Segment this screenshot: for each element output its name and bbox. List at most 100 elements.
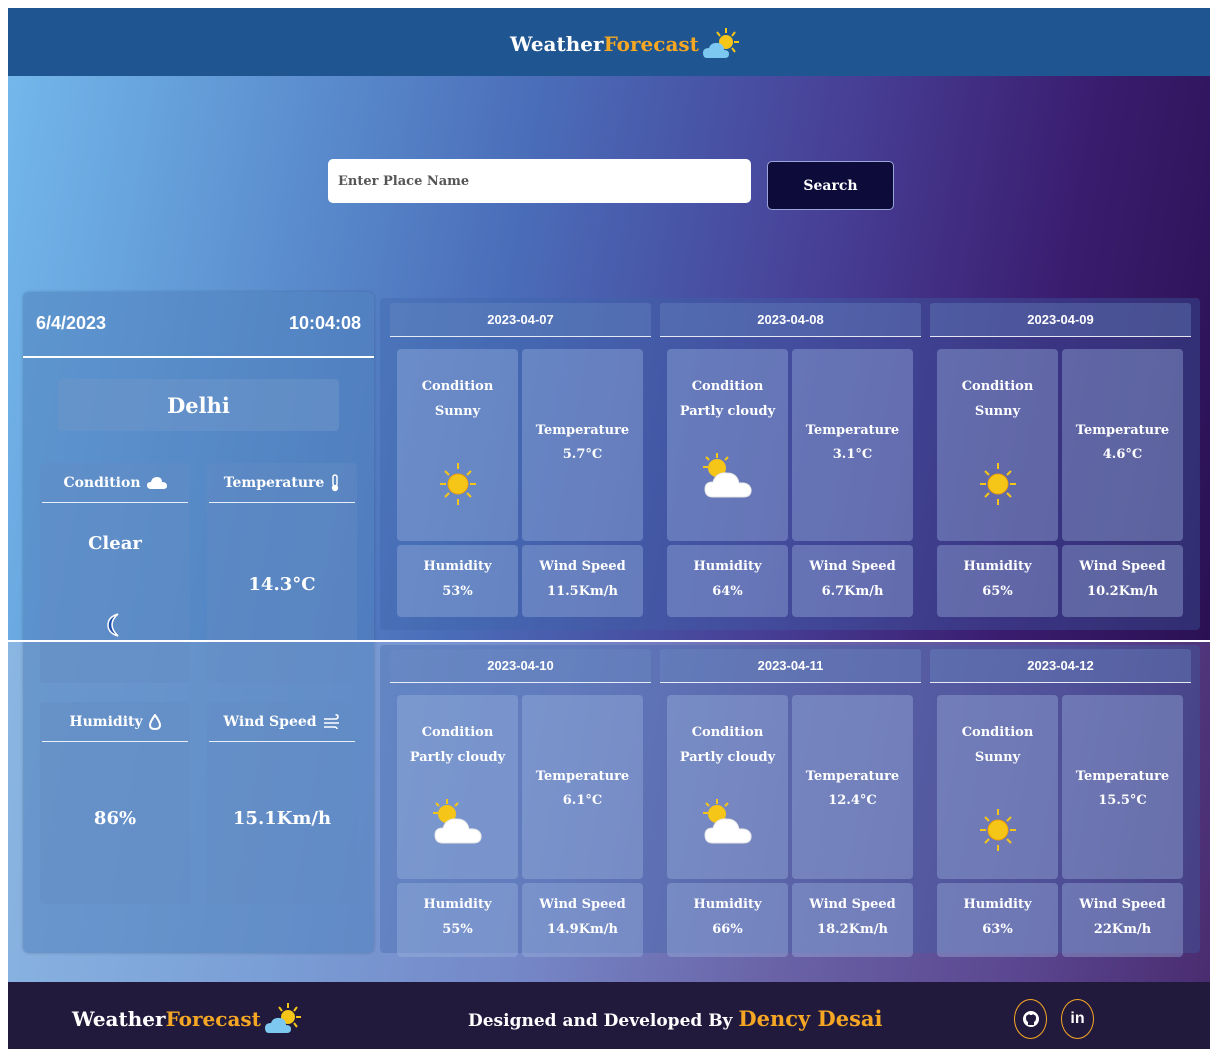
forecast-temperature-value: 3.1°C (832, 447, 873, 462)
forecast-date: 2023-04-07 (390, 303, 651, 337)
sun-icon (937, 461, 1058, 511)
forecast-temperature-value: 15.5°C (1098, 793, 1147, 808)
moon-icon (107, 613, 119, 637)
github-icon (1022, 1011, 1039, 1027)
forecast-humidity-value: 55% (442, 922, 473, 937)
forecast-humidity-value: 64% (712, 584, 743, 599)
forecast-temperature-tile: Temperature 4.6°C (1062, 349, 1183, 541)
forecast-condition-tile: Condition Partly cloudy (397, 695, 518, 879)
logo-weather-icon (702, 28, 739, 58)
forecast-humidity-label: Humidity (423, 897, 492, 912)
sun-icon (397, 461, 518, 511)
forecast-humidity-label: Humidity (693, 897, 762, 912)
partly-cloudy-icon (397, 797, 518, 851)
forecast-condition-label: Condition (421, 725, 494, 740)
forecast-wind-label: Wind Speed (809, 897, 896, 912)
forecast-wind-tile: Wind Speed 22Km/h (1062, 883, 1183, 957)
current-condition-header: Condition (42, 463, 188, 503)
forecast-temperature-label: Temperature (535, 769, 630, 784)
forecast-wind-value: 11.5Km/h (547, 584, 618, 599)
forecast-wind-label: Wind Speed (539, 559, 626, 574)
forecast-humidity-value: 66% (712, 922, 743, 937)
forecast-condition-label: Condition (691, 379, 764, 394)
linkedin-link[interactable]: in (1061, 999, 1094, 1039)
forecast-condition-tile: Condition Partly cloudy (667, 349, 788, 541)
forecast-humidity-label: Humidity (423, 559, 492, 574)
forecast-wind-label: Wind Speed (1079, 559, 1166, 574)
forecast-wind-tile: Wind Speed 14.9Km/h (522, 883, 643, 957)
forecast-humidity-tile: Humidity 55% (397, 883, 518, 957)
forecast-wind-label: Wind Speed (809, 559, 896, 574)
thermometer-icon (332, 473, 339, 491)
forecast-humidity-tile: Humidity 53% (397, 545, 518, 617)
current-wind-header: Wind Speed (209, 702, 355, 742)
forecast-condition-value: Partly cloudy (679, 404, 776, 419)
forecast-condition-value: Sunny (974, 750, 1021, 765)
forecast-condition-value: Sunny (974, 404, 1021, 419)
forecast-humidity-label: Humidity (963, 897, 1032, 912)
forecast-humidity-tile: Humidity 64% (667, 545, 788, 617)
forecast-humidity-tile: Humidity 65% (937, 545, 1058, 617)
forecast-date: 2023-04-08 (660, 303, 921, 337)
forecast-condition-label: Condition (961, 379, 1034, 394)
author-name: Dency Desai (738, 1006, 883, 1031)
linkedin-icon: in (1070, 1010, 1085, 1027)
forecast-wind-value: 14.9Km/h (547, 922, 618, 937)
current-temperature-value: 14.3°C (248, 574, 316, 595)
forecast-humidity-value: 65% (982, 584, 1013, 599)
search-button[interactable]: Search (767, 161, 894, 210)
divider (23, 356, 374, 358)
forecast-wind-value: 10.2Km/h (1087, 584, 1158, 599)
humidity-label: Humidity (69, 713, 143, 730)
forecast-condition-label: Condition (691, 725, 764, 740)
footer-credit: Designed and Developed By Dency Desai (468, 1006, 883, 1031)
condition-label: Condition (63, 474, 141, 491)
footer-logo-weather-icon (264, 1003, 301, 1033)
forecast-temperature-label: Temperature (805, 423, 900, 438)
forecast-temperature-tile: Temperature 5.7°C (522, 349, 643, 541)
header-logo[interactable]: Weather Forecast (510, 26, 741, 62)
forecast-date: 2023-04-12 (930, 649, 1191, 683)
forecast-condition-value: Partly cloudy (679, 750, 776, 765)
forecast-condition-tile: Condition Sunny (397, 349, 518, 541)
forecast-temperature-value: 4.6°C (1102, 447, 1143, 462)
screenshot-seam (0, 640, 1210, 642)
forecast-condition-tile: Condition Sunny (937, 695, 1058, 879)
sun-icon (937, 807, 1058, 857)
wind-icon (323, 713, 339, 729)
current-temperature-header: Temperature (209, 463, 355, 503)
footer-logo[interactable]: Weather Forecast (72, 1001, 303, 1037)
forecast-temperature-tile: Temperature 12.4°C (792, 695, 913, 879)
forecast-wind-value: 6.7Km/h (821, 584, 884, 599)
forecast-temperature-tile: Temperature 6.1°C (522, 695, 643, 879)
forecast-humidity-tile: Humidity 66% (667, 883, 788, 957)
cloud-icon (146, 476, 167, 489)
forecast-wind-tile: Wind Speed 6.7Km/h (792, 545, 913, 617)
forecast-temperature-label: Temperature (1075, 769, 1170, 784)
current-wind-value: 15.1Km/h (232, 808, 332, 829)
forecast-humidity-label: Humidity (693, 559, 762, 574)
footer-logo-text-forecast: Forecast (165, 1007, 261, 1031)
partly-cloudy-icon (667, 451, 788, 505)
forecast-humidity-value: 53% (442, 584, 473, 599)
forecast-wind-tile: Wind Speed 11.5Km/h (522, 545, 643, 617)
current-humidity-header: Humidity (42, 702, 188, 742)
forecast-temperature-value: 12.4°C (828, 793, 877, 808)
logo-text-forecast: Forecast (603, 32, 699, 56)
forecast-temperature-tile: Temperature 15.5°C (1062, 695, 1183, 879)
forecast-wind-label: Wind Speed (1079, 897, 1166, 912)
github-link[interactable] (1014, 999, 1047, 1039)
city-name: Delhi (58, 379, 339, 431)
wind-label: Wind Speed (223, 713, 317, 730)
forecast-condition-label: Condition (421, 379, 494, 394)
forecast-wind-tile: Wind Speed 18.2Km/h (792, 883, 913, 957)
current-time: 10:04:08 (288, 313, 361, 333)
partly-cloudy-icon (667, 797, 788, 851)
droplet-icon (148, 713, 161, 730)
forecast-date: 2023-04-09 (930, 303, 1191, 337)
weather-app: Weather Forecast Search 6/4/2023 10:04:0… (0, 0, 1210, 1049)
place-search-input[interactable] (328, 159, 751, 203)
forecast-wind-tile: Wind Speed 10.2Km/h (1062, 545, 1183, 617)
forecast-date: 2023-04-11 (660, 649, 921, 683)
logo-text-weather: Weather (510, 32, 604, 56)
